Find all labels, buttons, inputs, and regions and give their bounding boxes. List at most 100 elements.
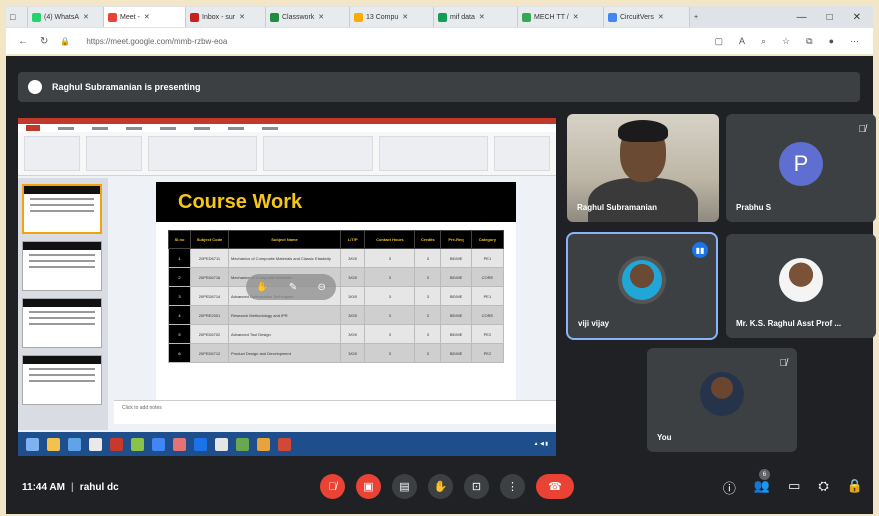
table-cell: 6	[168, 343, 191, 363]
table-cell: 3/0/0	[339, 267, 366, 287]
current-slide: Course Work Sl.no Subject Code Subject N…	[156, 182, 516, 400]
table-header-row: Sl.no Subject Code Subject Name L/T/P Co…	[168, 230, 505, 249]
camera-off-icon: ▣	[363, 481, 374, 493]
close-tab-icon[interactable]: ✕	[318, 13, 324, 21]
read-aloud-icon[interactable]: A	[739, 36, 745, 47]
table-header: Subject Code	[190, 230, 229, 249]
more-options-icon: ⋮	[507, 481, 518, 493]
participant-tile-raghul-prof[interactable]: Mr. K.S. Raghul Asst Prof ...	[726, 234, 876, 338]
people-button[interactable]: 6 👥	[753, 469, 771, 497]
browser-tab[interactable]: mif data ✕	[434, 7, 518, 27]
speaking-indicator-icon: ▮▮	[692, 242, 708, 258]
ribbon-group	[24, 136, 80, 171]
sheets-icon	[438, 12, 447, 22]
folder-icon	[354, 12, 363, 22]
table-cell: 5	[168, 324, 191, 344]
start-icon	[26, 437, 39, 451]
participant-tile-you[interactable]: 🎙̸ You	[647, 348, 797, 452]
captions-button[interactable]: ▤	[392, 474, 417, 499]
notes-pane[interactable]: Click to add notes	[114, 400, 556, 424]
chat-icon[interactable]: ▭	[788, 478, 800, 497]
participant-tile-camera[interactable]: Raghul Subramanian	[567, 114, 719, 222]
address-bar: ← ↻ 🔒 https://meet.google.com/mmb-rzbw-e…	[6, 28, 873, 54]
table-cell: 3	[414, 286, 442, 306]
present-button[interactable]: ⊡	[464, 474, 489, 499]
screenshot-frame: □ (4) WhatsA ✕ Meet - ✕ Inbox - sur ✕ Class…	[0, 0, 879, 516]
table-header: Category	[470, 230, 505, 249]
ribbon-tab	[126, 126, 142, 130]
info-icon[interactable]: ⓘ	[723, 478, 736, 497]
zoom-icon[interactable]: ⌕	[761, 36, 766, 47]
participant-name: Raghul Subramanian	[577, 203, 658, 212]
browser-menu-icon[interactable]: ⋯	[850, 36, 859, 47]
stop-icon[interactable]: ⊖	[317, 282, 325, 293]
taskbar-app-icon	[278, 437, 291, 451]
taskbar-app-icon	[131, 437, 144, 451]
favorite-icon[interactable]: ☆	[782, 36, 790, 47]
windows-taskbar: ▲ ◀ ▮	[18, 432, 556, 456]
table-cell: 3	[364, 267, 416, 287]
raise-hand-button[interactable]: ✋	[428, 474, 453, 499]
minimize-icon[interactable]: —	[797, 12, 807, 23]
browser-tab-active[interactable]: Meet - ✕	[104, 7, 186, 27]
back-icon[interactable]: ←	[18, 36, 28, 47]
browser-tab[interactable]: CircuitVers ✕	[604, 7, 690, 27]
browser-tab[interactable]: 13 Compu ✕	[350, 7, 434, 27]
taskbar-app-icon	[47, 437, 60, 451]
table-cell: 20PED6711	[190, 248, 229, 268]
browser-tab[interactable]: (4) WhatsA ✕	[28, 7, 104, 27]
mic-toggle-button[interactable]: 🎙̸	[320, 474, 345, 499]
table-cell: 20PED6716	[190, 267, 229, 287]
pointer-icon[interactable]: ✋	[256, 282, 268, 293]
close-tab-icon[interactable]: ✕	[144, 13, 150, 21]
person-body	[588, 178, 698, 222]
table-row: 4 20PRE2001 Research Methodology and IPR…	[168, 305, 505, 325]
people-icon: 👥	[753, 478, 771, 493]
activities-icon[interactable]: ⛭	[818, 478, 828, 497]
camera-permission-icon[interactable]: ▢	[714, 36, 723, 47]
table-cell: 20PED6712	[190, 343, 229, 363]
pen-icon[interactable]: ✎	[289, 282, 297, 293]
browser-tab[interactable]: Inbox - sur ✕	[186, 7, 266, 27]
close-tab-icon[interactable]: ✕	[658, 13, 664, 21]
close-tab-icon[interactable]: ✕	[402, 13, 408, 21]
new-tab-button[interactable]: +	[690, 7, 710, 27]
table-cell: PE1	[470, 248, 505, 268]
browser-tab[interactable]: Classwork ✕	[266, 7, 350, 27]
maximize-icon[interactable]: □	[827, 12, 833, 23]
camera-toggle-button[interactable]: ▣	[356, 474, 381, 499]
participant-tile-viji[interactable]: ▮▮ viji vijay	[566, 232, 718, 340]
table-cell: 20PED6702	[190, 324, 229, 344]
table-cell: 3	[414, 267, 442, 287]
browser-tab[interactable]: MECH TT / ✕	[518, 7, 604, 27]
close-tab-icon[interactable]: ✕	[239, 13, 245, 21]
reload-icon[interactable]: ↻	[40, 36, 48, 47]
ribbon-group	[85, 136, 142, 171]
close-tab-icon[interactable]: ✕	[479, 13, 485, 21]
table-cell: BE/ME	[440, 324, 472, 344]
table-cell: BE/ME	[440, 343, 472, 363]
more-options-button[interactable]: ⋮	[500, 474, 525, 499]
table-cell: 3/0/0	[339, 248, 366, 268]
window-controls: — □ ✕	[797, 12, 873, 23]
end-call-button[interactable]: ☎	[536, 474, 574, 499]
url-field[interactable]: https://meet.google.com/mmb-rzbw-eoa	[86, 37, 227, 46]
participant-tile-prabhu[interactable]: 🎙̸ P Prabhu S	[726, 114, 876, 222]
taskbar-app-icon	[236, 437, 249, 451]
table-cell: 3	[414, 343, 442, 363]
close-tab-icon[interactable]: ✕	[573, 13, 579, 21]
slide-title: Course Work	[178, 190, 303, 213]
presenter-avatar-icon	[28, 80, 42, 94]
table-header: L/T/P	[339, 230, 366, 249]
collections-icon[interactable]: ⧉	[806, 36, 812, 47]
table-row: 5 20PED6702 Advanced Tool Design 3/0/0 3…	[168, 324, 505, 344]
table-cell: 3	[364, 248, 416, 268]
taskbar-app-icon	[110, 437, 123, 451]
table-header: Contact Hours	[364, 230, 416, 249]
profile-icon[interactable]: ●	[829, 36, 834, 47]
close-window-icon[interactable]: ✕	[853, 12, 861, 23]
circuitverse-icon	[608, 12, 617, 22]
host-controls-icon[interactable]: 🔒	[847, 478, 863, 497]
close-tab-icon[interactable]: ✕	[83, 13, 89, 21]
tab-sidebar-toggle[interactable]: □	[6, 7, 28, 27]
